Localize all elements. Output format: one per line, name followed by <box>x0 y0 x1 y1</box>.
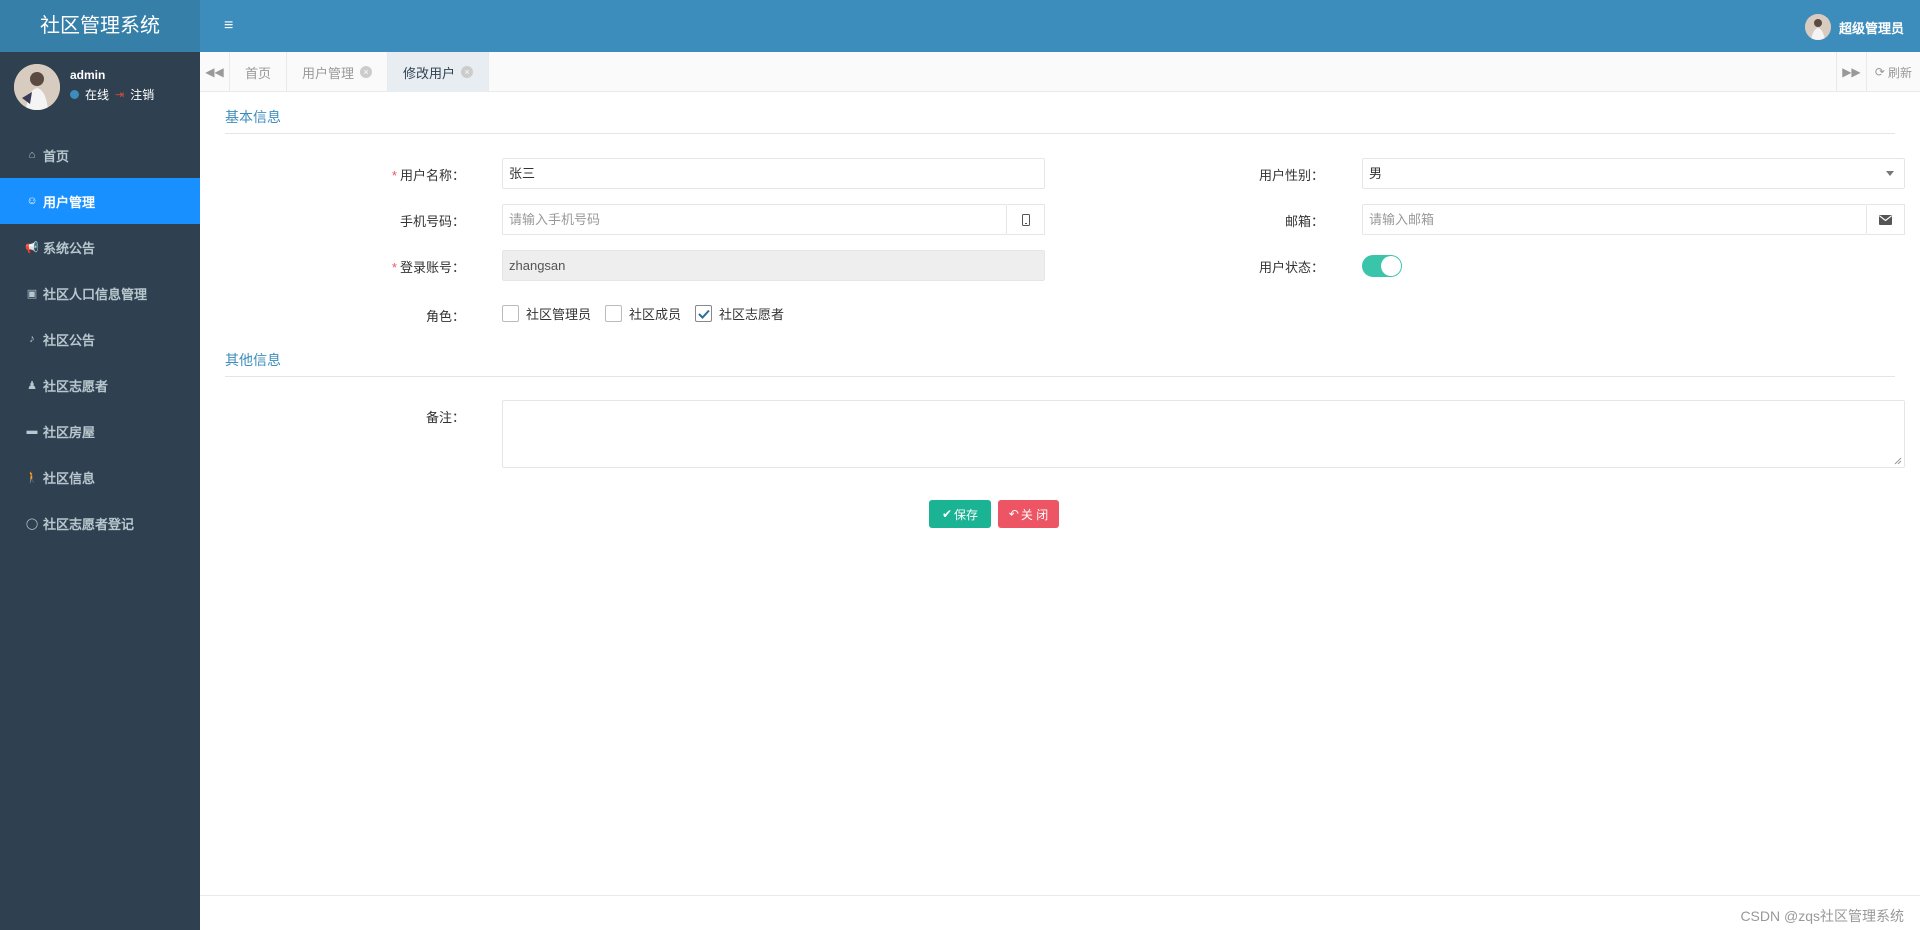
comment-icon: ◯ <box>25 517 39 530</box>
admin-user-menu[interactable]: 超级管理员 <box>1804 14 1904 40</box>
account-input: zhangsan <box>502 250 1045 281</box>
bed-icon: ▬ <box>26 425 38 437</box>
sidebar-item-4[interactable]: ♪ 社区公告 <box>0 316 200 362</box>
walking-icon: 🚶 <box>25 471 39 484</box>
id-card-icon: ▣ <box>26 287 38 300</box>
chevron-down-icon <box>1886 171 1894 176</box>
sidebar-item-label: 社区房屋 <box>43 424 96 440</box>
user-status: 在线 ⇥ 注销 <box>70 86 154 103</box>
sidebar-item-8[interactable]: ◯ 社区志愿者登记 <box>0 500 200 546</box>
sidebar-item-1[interactable]: ☺ 用户管理 <box>0 178 200 224</box>
user-avatar <box>14 64 60 110</box>
sidebar-item-label: 系统公告 <box>43 240 96 256</box>
sidebar-item-label: 社区志愿者 <box>43 378 109 394</box>
checkbox-checked-icon[interactable] <box>695 305 713 322</box>
sidebar-menu: ⌂ 首页 ☺ 用户管理 📢 系统公告 ▣ 社区人口信息管理 ♪ 社区公告 ♟ 社区志愿者 ▬ 社区房屋 🚶 社… <box>0 132 200 546</box>
admin-avatar <box>1804 14 1831 40</box>
section-basic-info: 基本信息 <box>225 107 1895 134</box>
role-label-text: 社区志愿者 <box>719 307 785 322</box>
online-label: 在线 <box>85 88 110 102</box>
role-checkbox-0[interactable]: 社区管理员 <box>502 304 591 323</box>
bell-icon: ♪ <box>29 333 35 345</box>
status-toggle[interactable] <box>1362 255 1402 277</box>
tab-0[interactable]: 首页 <box>230 52 288 92</box>
phone-label: 手机号码： <box>399 214 465 229</box>
save-button[interactable]: ✔ 保存 <box>929 500 991 528</box>
logout-link[interactable]: 注销 <box>130 86 154 103</box>
role-label-text: 社区管理员 <box>526 307 592 322</box>
role-label-text: 社区成员 <box>629 307 682 322</box>
online-dot-icon <box>70 90 79 99</box>
role-label: 角色： <box>425 309 465 324</box>
role-checkbox-group: 社区管理员 社区成员 社区志愿者 <box>502 304 784 323</box>
sidebar-item-7[interactable]: 🚶 社区信息 <box>0 454 200 500</box>
status-label: 用户状态： <box>1258 260 1324 275</box>
main-content: 基本信息 * 用户名称： 张三 用户性别： 男 手机号码： 请输入手机号码 邮箱：… <box>200 92 1920 895</box>
username: admin <box>70 68 106 82</box>
sidebar-item-label: 首页 <box>43 148 70 164</box>
person-icon: ♟ <box>27 379 37 392</box>
footer-watermark: CSDN @zqs社区管理系统 <box>1740 908 1904 924</box>
email-label: 邮箱： <box>1284 214 1324 229</box>
bullhorn-icon: 📢 <box>25 241 39 254</box>
role-checkbox-1[interactable]: 社区成员 <box>605 304 681 323</box>
sidebar-item-label: 社区志愿者登记 <box>43 516 135 532</box>
close-button[interactable]: ↶ 关 闭 <box>998 500 1059 528</box>
mobile-phone-icon <box>1007 204 1045 235</box>
tab-label: 修改用户 <box>403 65 456 81</box>
account-label: * 登录账号： <box>391 260 465 275</box>
menu-toggle-icon[interactable]: ≡ <box>224 17 233 35</box>
user-icon: ☺ <box>26 195 38 207</box>
checkbox-empty-icon[interactable] <box>502 305 519 322</box>
gender-label: 用户性别： <box>1258 168 1324 183</box>
phone-input[interactable]: 请输入手机号码 <box>502 204 1007 235</box>
sidebar-item-2[interactable]: 📢 系统公告 <box>0 224 200 270</box>
sidebar-item-0[interactable]: ⌂ 首页 <box>0 132 200 178</box>
refresh-icon: ⟳ <box>1874 65 1885 79</box>
role-checkbox-2[interactable]: 社区志愿者 <box>695 304 784 323</box>
tab-bar: ◀◀ 首页 用户管理 × 修改用户 × ▶▶ ⟳ 刷新 <box>200 52 1920 92</box>
top-header: ≡ 超级管理员 <box>200 0 1920 52</box>
tab-label: 用户管理 <box>302 65 355 81</box>
gender-selected-value: 男 <box>1369 166 1383 181</box>
sign-out-icon[interactable]: ⇥ <box>115 88 124 101</box>
remark-textarea[interactable] <box>502 400 1905 468</box>
username-label: * 用户名称： <box>391 168 465 183</box>
remark-label: 备注： <box>425 410 465 425</box>
user-panel: admin 在线 ⇥ 注销 <box>0 64 200 118</box>
sidebar-item-label: 用户管理 <box>43 194 96 210</box>
refresh-button[interactable]: ⟳ 刷新 <box>1865 52 1920 92</box>
footer: CSDN @zqs社区管理系统 <box>200 895 1920 930</box>
close-tab-icon[interactable]: × <box>360 66 373 78</box>
sidebar-item-label: 社区信息 <box>43 470 96 486</box>
section-other-info: 其他信息 <box>225 350 1895 377</box>
home-icon: ⌂ <box>28 149 36 161</box>
tab-2[interactable]: 修改用户 × <box>388 52 490 92</box>
sidebar: 社区管理系统 admin 在线 ⇥ 注销 ⌂ 首页 ☺ 用户管理 📢 系统公告 ▣ 社区人口信… <box>0 0 200 930</box>
tab-list: 首页 用户管理 × 修改用户 × <box>230 52 490 92</box>
sidebar-item-6[interactable]: ▬ 社区房屋 <box>0 408 200 454</box>
refresh-label: 刷新 <box>1887 65 1912 80</box>
app-title: 社区管理系统 <box>0 0 200 52</box>
tabs-scroll-right-icon[interactable]: ▶▶ <box>1835 52 1866 92</box>
close-tab-icon[interactable]: × <box>461 66 474 78</box>
resize-grip-icon[interactable] <box>1894 457 1902 465</box>
toggle-knob <box>1381 256 1401 276</box>
sidebar-item-label: 社区人口信息管理 <box>43 286 148 302</box>
tabs-scroll-left-icon[interactable]: ◀◀ <box>200 52 230 92</box>
tab-controls: ▶▶ ⟳ 刷新 <box>1835 52 1920 92</box>
tab-label: 首页 <box>245 65 272 81</box>
gender-select[interactable]: 男 <box>1362 158 1905 189</box>
username-input[interactable]: 张三 <box>502 158 1045 189</box>
envelope-icon <box>1867 204 1905 235</box>
tab-1[interactable]: 用户管理 × <box>287 52 389 92</box>
sidebar-item-3[interactable]: ▣ 社区人口信息管理 <box>0 270 200 316</box>
admin-name: 超级管理员 <box>1838 20 1904 36</box>
reply-icon: ↶ <box>1008 507 1019 521</box>
check-icon: ✔ <box>941 507 953 521</box>
sidebar-item-label: 社区公告 <box>43 332 96 348</box>
email-input[interactable]: 请输入邮箱 <box>1362 204 1867 235</box>
sidebar-item-5[interactable]: ♟ 社区志愿者 <box>0 362 200 408</box>
checkbox-empty-icon[interactable] <box>605 305 623 322</box>
